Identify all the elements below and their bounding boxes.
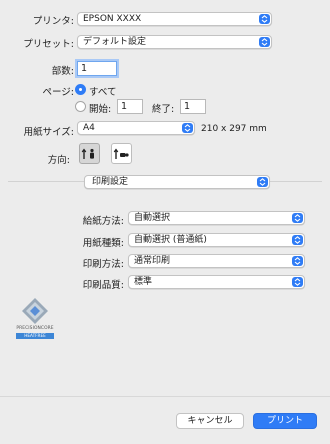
preset-popup[interactable]: デフォルト設定 [77, 35, 272, 49]
pages-to-field[interactable]: 1 [180, 99, 206, 114]
chevron-updown-icon [259, 14, 270, 24]
precisioncore-diamond-icon [22, 298, 48, 324]
paper-size-value: A4 [83, 123, 95, 133]
chevron-updown-icon [292, 213, 303, 223]
logo-line-2: HEATFREE [16, 333, 54, 339]
pages-from-label: 開始: [89, 104, 112, 115]
pages-to-label: 終了: [152, 104, 175, 115]
preset-label: プリセット: [23, 39, 74, 50]
print-method-popup[interactable]: 通常印刷 [128, 254, 305, 268]
chevron-updown-icon [182, 123, 193, 133]
pages-all-radio[interactable] [75, 84, 86, 95]
print-button[interactable]: プリント [253, 413, 317, 429]
pages-label: ページ: [42, 87, 74, 98]
bottom-divider [0, 396, 330, 397]
print-quality-popup[interactable]: 標準 [128, 275, 305, 289]
printer-popup[interactable]: EPSON XXXX [77, 12, 272, 26]
chevron-updown-icon [292, 235, 303, 245]
setting-label-paper-source: 給紙方法: [82, 216, 124, 227]
section-popup-value: 印刷設定 [92, 177, 129, 187]
portrait-orientation-button[interactable] [79, 143, 100, 164]
printer-label: プリンタ: [32, 16, 74, 27]
chevron-updown-icon [259, 37, 270, 47]
orientation-label: 方向: [47, 155, 70, 166]
setting-label-paper-type: 用紙種類: [82, 238, 124, 249]
portrait-icon [81, 148, 94, 159]
copies-field[interactable]: 1 [77, 61, 117, 76]
pages-from-field[interactable]: 1 [117, 99, 143, 114]
landscape-icon [113, 148, 129, 159]
print-quality-value: 標準 [134, 277, 153, 287]
section-popup[interactable]: 印刷設定 [84, 175, 270, 189]
logo-line-1: PRECISIONCORE [16, 326, 54, 331]
print-method-value: 通常印刷 [134, 256, 171, 266]
paper-dimensions: 210 x 297 mm [201, 124, 267, 134]
chevron-updown-icon [257, 177, 268, 187]
paper-size-label: 用紙サイズ: [23, 127, 74, 138]
paper-source-value: 自動選択 [134, 213, 171, 223]
pages-range-radio[interactable] [75, 101, 86, 112]
setting-label-print-method: 印刷方法: [82, 259, 124, 270]
printer-value: EPSON XXXX [83, 14, 142, 24]
chevron-updown-icon [292, 277, 303, 287]
paper-type-popup[interactable]: 自動選択 (普通紙) [128, 233, 305, 247]
paper-type-value: 自動選択 (普通紙) [134, 235, 207, 245]
chevron-updown-icon [292, 256, 303, 266]
setting-label-print-quality: 印刷品質: [82, 280, 124, 291]
landscape-orientation-button[interactable] [111, 143, 132, 164]
copies-label: 部数: [51, 66, 74, 77]
preset-value: デフォルト設定 [83, 37, 147, 47]
precisioncore-logo: PRECISIONCORE HEATFREE [12, 296, 58, 346]
pages-all-label: すべて [89, 87, 117, 98]
cancel-button[interactable]: キャンセル [176, 413, 244, 429]
paper-source-popup[interactable]: 自動選択 [128, 211, 305, 225]
paper-size-popup[interactable]: A4 [77, 121, 195, 135]
